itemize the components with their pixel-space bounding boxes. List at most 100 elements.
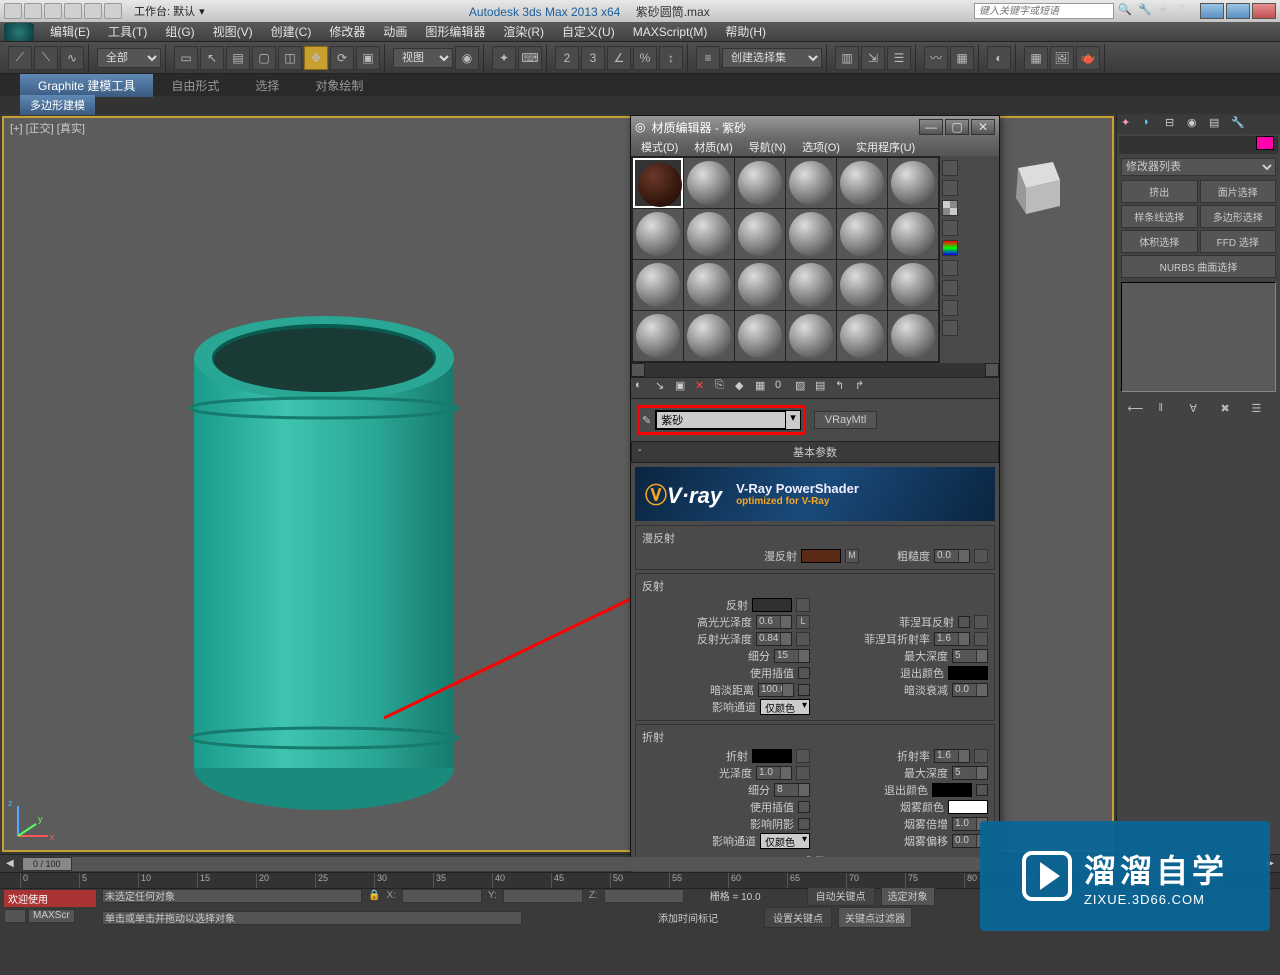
reflect-interp-checkbox[interactable] [798,667,810,679]
show-end-icon[interactable]: ▤ [815,379,833,397]
rollout-basic-params[interactable]: - 基本参数 [631,441,999,463]
material-slot[interactable] [837,209,887,259]
material-slot[interactable] [786,311,836,361]
welcome-button[interactable]: 欢迎使用 [4,890,96,907]
background-icon[interactable] [942,200,958,216]
selection-filter[interactable]: 全部 [97,48,161,68]
schematic-icon[interactable]: ▦ [950,46,974,70]
mat-map-nav-icon[interactable] [942,320,958,336]
rp-btn[interactable]: 多边形选择 [1200,205,1277,228]
time-arrow-left[interactable]: ◀ [6,858,14,869]
material-editor-titlebar[interactable]: ◎ 材质编辑器 - 紫砂 — ▢ ✕ [631,116,999,138]
diffuse-color-swatch[interactable] [801,549,841,563]
ribbon-sub-polymodel[interactable]: 多边形建模 [20,95,95,115]
dim-falloff-spinner[interactable]: 0.0 [952,683,988,697]
ior-spinner[interactable]: 1.6 [934,749,970,763]
link-icon[interactable]: ⟋ [8,46,32,70]
qat-btn[interactable] [44,3,62,19]
region-rect-icon[interactable]: ▢ [252,46,276,70]
snap-pct-icon[interactable]: % [633,46,657,70]
minimize-button[interactable] [1200,3,1224,19]
maximize-button[interactable]: ▢ [945,119,969,135]
display-tab-icon[interactable]: ▤ [1209,116,1225,132]
material-slot[interactable] [786,158,836,208]
script-toggle-icon[interactable] [4,909,26,923]
qat-btn[interactable] [84,3,102,19]
menu-tools[interactable]: 工具(T) [100,21,155,42]
named-sel-icon[interactable]: ≡ [696,46,720,70]
tool-icon[interactable]: 🔧 [1138,3,1154,19]
refract-swatch[interactable] [752,749,792,763]
menu-modifiers[interactable]: 修改器 [321,21,373,42]
refract-maxdepth-spinner[interactable]: 5 [952,766,988,780]
keyboard-icon[interactable]: ⌨ [518,46,542,70]
menu-animation[interactable]: 动画 [375,21,415,42]
material-slot[interactable] [684,311,734,361]
rotate-icon[interactable]: ⟳ [330,46,354,70]
menu-create[interactable]: 创建(C) [263,21,320,42]
object-color-swatch[interactable] [1256,136,1274,150]
menu-group[interactable]: 组(G) [157,21,202,42]
uv-tiling-icon[interactable] [942,220,958,236]
options-icon[interactable] [942,280,958,296]
pick-icon[interactable]: ✎ [642,414,651,427]
affect-shadows-checkbox[interactable] [798,818,810,830]
close-button[interactable]: ✕ [971,119,995,135]
manip-icon[interactable]: ✦ [492,46,516,70]
backlight-icon[interactable] [942,180,958,196]
rp-btn[interactable]: 挤出 [1121,180,1198,203]
menu-customize[interactable]: 自定义(U) [554,21,623,42]
refract-gloss-spinner[interactable]: 1.0 [756,766,792,780]
rp-btn[interactable]: 体积选择 [1121,230,1198,253]
menu-maxscript[interactable]: MAXScript(M) [625,23,716,41]
dropdown-arrow-icon[interactable]: ▾ [786,411,800,429]
mat-menu-material[interactable]: 材质(M) [688,139,739,155]
add-time-tag[interactable]: 添加时间标记 [658,910,718,925]
scroll-right-icon[interactable] [985,363,999,377]
dim-distance-spinner[interactable]: 100.0 [758,683,794,697]
make-unique-icon[interactable]: ∀ [1190,402,1208,420]
reset-icon[interactable]: ✕ [695,379,713,397]
l-button[interactable]: L [796,615,810,629]
fresnel-ior-spinner[interactable]: 1.6 [934,632,970,646]
material-slot-1[interactable] [633,158,683,208]
remove-mod-icon[interactable]: ✖ [1221,402,1239,420]
reflect-gloss-spinner[interactable]: 0.84 [756,632,792,646]
material-type-button[interactable]: VRayMtl [814,411,878,429]
align-icon[interactable]: ⇲ [861,46,885,70]
unlink-icon[interactable]: ⟍ [34,46,58,70]
modifier-list-dropdown[interactable]: 修改器列表 [1121,158,1276,176]
reflect-affect-dropdown[interactable]: 仅颜色 [760,699,810,715]
material-slot[interactable] [786,209,836,259]
material-slot[interactable] [633,209,683,259]
rp-btn[interactable]: NURBS 曲面选择 [1121,255,1276,278]
bind-icon[interactable]: ∿ [60,46,84,70]
roughness-map-button[interactable] [974,549,988,563]
refract-subdiv-spinner[interactable]: 8 [774,783,810,797]
ribbon-tab-freeform[interactable]: 自由形式 [153,74,237,97]
mat-menu-navigate[interactable]: 导航(N) [743,139,792,155]
reflect-map-button[interactable] [796,598,810,612]
menu-render[interactable]: 渲染(R) [495,21,552,42]
material-name-input[interactable] [656,411,786,429]
hierarchy-tab-icon[interactable]: ⊟ [1165,116,1181,132]
autokey-button[interactable]: 自动关键点 [807,885,875,906]
mat-id-icon[interactable]: 0 [775,379,793,397]
sample-type-icon[interactable] [942,160,958,176]
material-slot[interactable] [837,260,887,310]
configure-icon[interactable]: ☰ [1252,402,1270,420]
star-icon[interactable]: ★ [1158,3,1174,19]
material-slot[interactable] [888,158,938,208]
go-sibling-icon[interactable]: ↱ [855,379,873,397]
qat-btn[interactable] [4,3,22,19]
rp-btn[interactable]: 样条线选择 [1121,205,1198,228]
put-to-lib-icon[interactable]: ▦ [755,379,773,397]
help-search-input[interactable] [974,3,1114,19]
make-copy-icon[interactable]: ⎘ [715,379,733,397]
roughness-spinner[interactable]: 0.0 [934,549,970,563]
utility-tab-icon[interactable]: 🔧 [1231,116,1247,132]
render-frame-icon[interactable]: 🖼 [1050,46,1074,70]
setkey-button[interactable]: 设置关键点 [764,907,832,928]
reflect-maxdepth-spinner[interactable]: 5 [952,649,988,663]
get-material-icon[interactable]: ◐ [635,379,653,397]
